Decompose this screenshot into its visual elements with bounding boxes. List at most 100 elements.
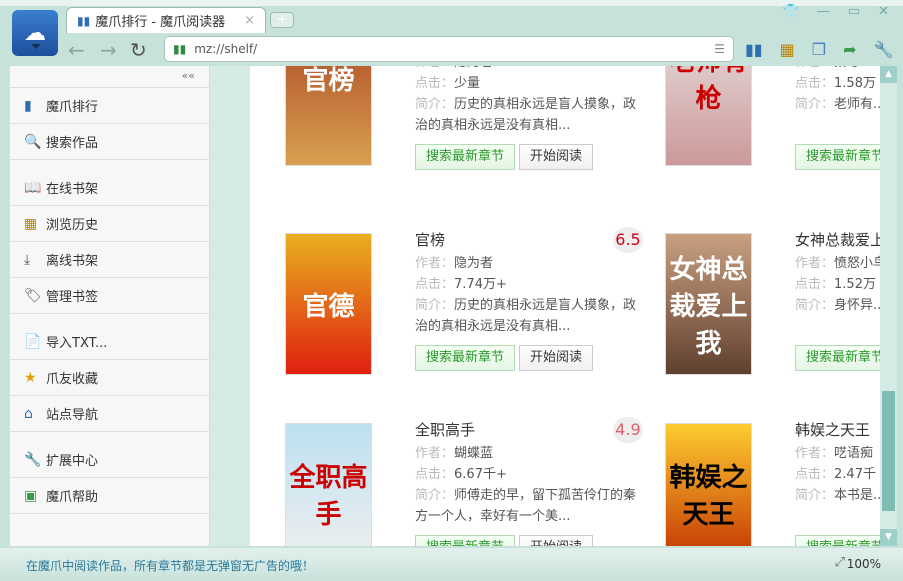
- forward-icon[interactable]: →: [100, 38, 117, 62]
- sidebar-item-search[interactable]: 🔍 搜索作品: [10, 124, 209, 160]
- book-cover[interactable]: 老师有枪: [665, 66, 752, 166]
- cloud-book-icon: ☁: [24, 20, 46, 46]
- author-row: 作者：鹅考: [795, 66, 880, 73]
- start-reading-button[interactable]: 开始阅读: [519, 535, 594, 546]
- sidebar-item-import-txt[interactable]: 📄 导入TXT...: [10, 324, 209, 360]
- scroll-up-icon[interactable]: ▲: [880, 66, 897, 83]
- dropdown-arrow-icon: [31, 44, 41, 54]
- intro-value: 老师有...拓和他失散多...: [834, 97, 880, 112]
- author-value: 蝴蝶蓝: [454, 446, 494, 461]
- book-cover[interactable]: 全职高手: [285, 423, 372, 546]
- history-icon: ▦: [24, 215, 38, 232]
- zoom-level[interactable]: 100%: [847, 557, 881, 571]
- collapse-sidebar-button[interactable]: ««: [10, 66, 209, 88]
- clicks-row: 点击：1.58万: [795, 73, 880, 94]
- book-title[interactable]: 全职高手: [415, 417, 643, 443]
- sidebar-item-favorites[interactable]: ★ 爪友收藏: [10, 360, 209, 396]
- scroll-thumb[interactable]: [882, 391, 895, 511]
- copy-icon[interactable]: ❐: [812, 40, 826, 59]
- book-cover[interactable]: 官榜: [285, 66, 372, 166]
- tab-title: 魔爪排行 - 魔爪阅读器: [95, 15, 226, 30]
- scrollbar[interactable]: ▲ ▼: [880, 66, 897, 546]
- book-card: 官德 官榜 6.5 作者：隐为者 点击：7.74万+ 简介：历史的真相永远是盲人…: [285, 227, 665, 387]
- author-label: 作者：: [795, 446, 835, 461]
- book-cover[interactable]: 女神总裁爱上我: [665, 233, 752, 375]
- sidebar-item-label: 离线书架: [46, 254, 99, 269]
- start-reading-button[interactable]: 开始阅读: [519, 144, 594, 170]
- skin-icon[interactable]: 👕: [783, 4, 799, 19]
- book-list: 官榜 作者：隐为者 点击：少量 简介：历史的真相永远是盲人摸象，政治的真相永远是…: [210, 66, 880, 546]
- clicks-value: 7.74万+: [454, 277, 507, 292]
- sidebar-item-label: 浏览历史: [46, 218, 99, 233]
- sidebar-item-history[interactable]: ▦ 浏览历史: [10, 206, 209, 242]
- intro-row: 简介：师傅走的早，留下孤苦伶仃的秦方一个人，幸好有一个美...: [415, 485, 643, 527]
- search-latest-chapter-button[interactable]: 搜索最新章节: [415, 535, 516, 546]
- maximize-icon[interactable]: ▭: [848, 4, 860, 19]
- tab-active[interactable]: ▮▮ 魔爪排行 - 魔爪阅读器 ×: [66, 7, 266, 33]
- history-icon[interactable]: ▦: [780, 40, 795, 59]
- clicks-label: 点击：: [795, 76, 835, 91]
- intro-row: 简介：身怀异...保安，与美若...: [795, 295, 880, 337]
- author-row: 作者：隐为者: [415, 66, 643, 73]
- close-icon[interactable]: ✕: [878, 4, 889, 19]
- book-cover[interactable]: 韩娱之天王: [665, 423, 752, 546]
- close-tab-icon[interactable]: ×: [244, 13, 255, 28]
- search-latest-chapter-button[interactable]: 搜索最新章节: [415, 345, 516, 371]
- sidebar-item-online-shelf[interactable]: 📖 在线书架: [10, 170, 209, 206]
- sidebar-item-label: 爪友收藏: [46, 372, 99, 387]
- sidebar-item-offline-shelf[interactable]: ⤓ 离线书架: [10, 242, 209, 278]
- clicks-value: 1.58万: [834, 76, 876, 91]
- search-latest-chapter-button[interactable]: 搜索最新章节: [795, 535, 880, 546]
- sidebar-item-help[interactable]: ▣ 魔爪帮助: [10, 478, 209, 514]
- address-bar[interactable]: ▮▮ mz://shelf/ ☰: [164, 36, 734, 62]
- sidebar: «« ▮ 魔爪排行 🔍 搜索作品 📖 在线书架 ▦ 浏览历史 ⤓ 离线书架 🏷 管理书签 📄…: [10, 66, 209, 546]
- sidebar-item-site-nav[interactable]: ⌂ 站点导航: [10, 396, 209, 432]
- app-menu-button[interactable]: ☁: [12, 10, 58, 56]
- clicks-label: 点击：: [795, 277, 835, 292]
- author-value: 呓语痴: [834, 446, 874, 461]
- book-title[interactable]: 女神总裁爱上我: [795, 227, 880, 253]
- sidebar-item-extensions[interactable]: 🔧 扩展中心: [10, 442, 209, 478]
- minimize-icon[interactable]: —: [817, 4, 830, 19]
- ranking-icon[interactable]: ▮▮: [745, 40, 763, 59]
- sidebar-item-label: 在线书架: [46, 182, 99, 197]
- author-row: 作者：蝴蝶蓝: [415, 443, 643, 464]
- back-icon[interactable]: ←: [68, 38, 85, 62]
- settings-wrench-icon[interactable]: 🔧: [873, 40, 893, 59]
- book-title[interactable]: 官榜: [415, 227, 643, 253]
- book-cover[interactable]: 官德: [285, 233, 372, 375]
- share-icon[interactable]: ➦: [843, 40, 856, 59]
- intro-label: 简介：: [795, 298, 835, 313]
- book-card: 女神总裁爱上我 女神总裁爱上我 作者：愤怒小鸟 点击：1.52万 简介：身怀异.…: [665, 227, 880, 387]
- list-icon[interactable]: ☰: [714, 42, 725, 56]
- toolbar: ▮▮ ▦ ❐ ➦ 🔧: [745, 40, 893, 59]
- address-input[interactable]: mz://shelf/: [194, 42, 257, 56]
- intro-row: 简介：本书是...乐圈的YY，不...: [795, 485, 880, 527]
- author-row: 作者：愤怒小鸟: [795, 253, 880, 274]
- start-reading-button[interactable]: 开始阅读: [519, 345, 594, 371]
- scroll-down-icon[interactable]: ▼: [880, 529, 897, 546]
- sidebar-item-label: 导入TXT...: [46, 336, 108, 351]
- author-value: 隐为者: [454, 66, 493, 70]
- sidebar-item-ranking[interactable]: ▮ 魔爪排行: [10, 88, 209, 124]
- sidebar-item-label: 管理书签: [46, 290, 99, 305]
- clicks-label: 点击：: [415, 467, 455, 482]
- book-icon: 📖: [24, 179, 42, 196]
- search-latest-chapter-button[interactable]: 搜索最新章节: [795, 144, 880, 170]
- fullscreen-icon[interactable]: ⤢: [835, 555, 845, 570]
- book-card: 全职高手 全职高手 4.9 作者：蝴蝶蓝 点击：6.67千+ 简介：师傅走的早，…: [285, 417, 665, 546]
- clicks-row: 点击：少量: [415, 73, 643, 94]
- new-tab-button[interactable]: +: [270, 12, 294, 28]
- search-latest-chapter-button[interactable]: 搜索最新章节: [795, 345, 880, 371]
- rating-badge: 6.5: [613, 227, 643, 253]
- sidebar-item-label: 扩展中心: [46, 454, 99, 469]
- tag-icon: 🏷: [24, 287, 42, 304]
- author-row: 作者：呓语痴: [795, 443, 880, 464]
- chart-icon: ▮▮: [77, 13, 91, 28]
- reload-icon[interactable]: ↻: [130, 38, 147, 62]
- search-latest-chapter-button[interactable]: 搜索最新章节: [415, 144, 516, 170]
- book-title[interactable]: 韩娱之天王: [795, 417, 880, 443]
- sidebar-item-bookmarks[interactable]: 🏷 管理书签: [10, 278, 209, 314]
- download-icon: ⤓: [24, 251, 31, 268]
- author-label: 作者：: [795, 256, 835, 271]
